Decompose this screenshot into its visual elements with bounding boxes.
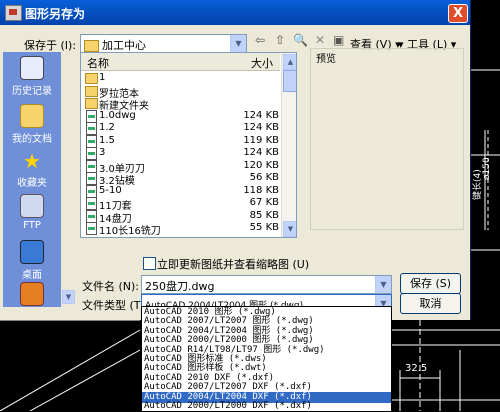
cad-dim-vertical: 键长(4) (473, 169, 483, 200)
dwg-file-icon (86, 122, 97, 135)
column-name[interactable]: 名称 (87, 55, 109, 71)
file-name-value: 250盘刀.dwg (145, 280, 215, 293)
back-icon[interactable]: ⇦ (255, 33, 265, 47)
places-bar: 历史记录 我的文档 ★ 收藏夹 FTP 桌面 (3, 52, 61, 307)
file-name: 1.2 (99, 122, 115, 133)
file-size: 124 KB (243, 109, 279, 121)
file-size: 67 KB (249, 197, 279, 208)
file-list-item[interactable]: 3.2钻模 56 KB (83, 172, 279, 187)
folder-icon (85, 85, 98, 97)
place-ftp[interactable]: FTP (3, 192, 61, 237)
cad-dim-bottom: 32.5 (405, 363, 428, 374)
place-favorites[interactable]: ★ 收藏夹 (3, 148, 61, 193)
file-list-header: 名称 大小 (81, 53, 280, 71)
file-list-scrollbar[interactable]: ▲ ▼ (281, 53, 296, 237)
file-list-item[interactable]: 11刀套 67 KB (83, 197, 279, 212)
places-scroll-down-icon[interactable]: ▼ (62, 290, 75, 304)
title-bar[interactable]: 图形另存为 X (0, 0, 470, 25)
desktop-icon (20, 240, 44, 264)
place-history[interactable]: 历史记录 (3, 54, 61, 99)
file-name: 1 (99, 72, 106, 83)
chevron-down-icon[interactable]: ▼ (375, 276, 391, 293)
file-list-item[interactable]: 1.0dwg 124 KB (83, 109, 279, 123)
save-in-label: 保存于 (I): (24, 39, 77, 52)
column-size[interactable]: 大小 (251, 55, 273, 71)
file-name: 1.5 (99, 134, 115, 146)
chevron-down-icon[interactable]: ▼ (230, 35, 246, 52)
file-list-item[interactable]: 3 124 KB (83, 147, 279, 160)
file-name: 5-10 (99, 184, 122, 196)
file-name: 3 (99, 147, 106, 158)
dwg-file-icon (86, 109, 97, 123)
search-web-icon[interactable]: 🔍 (293, 33, 308, 47)
file-size: 56 KB (249, 172, 279, 183)
file-size: 55 KB (249, 222, 279, 233)
file-type-options-list[interactable]: AutoCAD 2010 图形 (*.dwg) AutoCAD 2007/LT20… (141, 306, 392, 412)
update-thumbnail-label[interactable]: 立即更新图纸并查看缩略图 (U) (157, 256, 309, 272)
cancel-button[interactable]: 取消 (400, 293, 461, 314)
save-as-dialog: 图形另存为 X 保存于 (I): 加工中心 ▼ ⇦ ⇧ 🔍 ✕ ▣ 查看 (V)… (0, 0, 471, 320)
file-list-item[interactable]: 罗拉范本 (83, 85, 279, 100)
file-list-item[interactable]: 1.2 124 KB (83, 122, 279, 135)
save-button[interactable]: 保存 (S) (400, 273, 461, 294)
favorites-icon: ★ (23, 149, 41, 173)
up-folder-icon[interactable]: ⇧ (275, 33, 285, 47)
place-buzzsaw[interactable] (3, 280, 61, 325)
close-button[interactable]: X (448, 4, 468, 23)
ftp-icon (20, 194, 44, 218)
file-name: 110长16铣刀 (99, 226, 161, 237)
file-size: 120 KB (243, 159, 279, 171)
file-list-item[interactable]: 1 (83, 72, 279, 84)
dwg-file-icon (86, 159, 97, 173)
folder-icon (85, 98, 98, 109)
scroll-down-icon[interactable]: ▼ (283, 221, 296, 237)
preview-label: 预览 (316, 50, 336, 65)
file-list-item[interactable]: 3.0单刃刀 120 KB (83, 159, 279, 175)
file-list[interactable]: 名称 大小 1 罗拉范本 新建文件夹 1.0dwg 124 KB 1.2 124 KB 1.5… (80, 52, 297, 238)
file-type-label: 文件类型 (T): (82, 299, 149, 312)
autocad-app-icon (5, 5, 22, 21)
file-name: 1.0dwg (99, 109, 136, 121)
new-folder-icon[interactable]: ▣ (333, 33, 344, 47)
file-list-item[interactable]: 110长16铣刀 55 KB (83, 222, 279, 237)
file-size: 118 KB (243, 184, 279, 196)
place-desktop[interactable]: 桌面 (3, 238, 61, 283)
file-name-field[interactable]: 250盘刀.dwg ▼ (141, 275, 392, 294)
scroll-thumb[interactable] (283, 70, 296, 92)
cad-dim-150: ø150 (482, 157, 492, 180)
folder-icon (85, 73, 98, 84)
dwg-file-icon (86, 222, 97, 235)
scroll-up-icon[interactable]: ▲ (283, 54, 296, 70)
dwg-file-icon (86, 209, 97, 223)
folder-icon (84, 40, 99, 52)
file-list-item[interactable]: 1.5 119 KB (83, 134, 279, 148)
file-size: 119 KB (243, 134, 279, 146)
dwg-file-icon (86, 172, 97, 185)
preview-frame (310, 48, 464, 230)
file-size: 124 KB (243, 122, 279, 133)
file-size: 124 KB (243, 147, 279, 158)
dialog-title: 图形另存为 (25, 7, 86, 21)
file-type-option[interactable]: AutoCAD 2000/LT2000 DXF (*.dxf) (142, 401, 391, 411)
dwg-file-icon (86, 197, 97, 210)
history-icon (20, 56, 44, 80)
update-thumbnail-checkbox[interactable] (143, 257, 156, 270)
file-list-item[interactable]: 新建文件夹 (83, 97, 279, 112)
save-in-value: 加工中心 (84, 37, 146, 53)
delete-icon[interactable]: ✕ (315, 33, 325, 47)
place-my-documents[interactable]: 我的文档 (3, 102, 61, 147)
file-list-item[interactable]: 14盘刀 85 KB (83, 209, 279, 225)
dwg-file-icon (86, 134, 97, 148)
file-name-label: 文件名 (N): (82, 280, 140, 293)
file-list-item[interactable]: 5-10 118 KB (83, 184, 279, 198)
dwg-file-icon (86, 184, 97, 198)
my-documents-icon (20, 104, 44, 128)
buzzsaw-icon (20, 282, 44, 306)
dwg-file-icon (86, 147, 97, 160)
save-in-dropdown[interactable]: 加工中心 ▼ (80, 34, 247, 53)
file-size: 85 KB (249, 209, 279, 221)
